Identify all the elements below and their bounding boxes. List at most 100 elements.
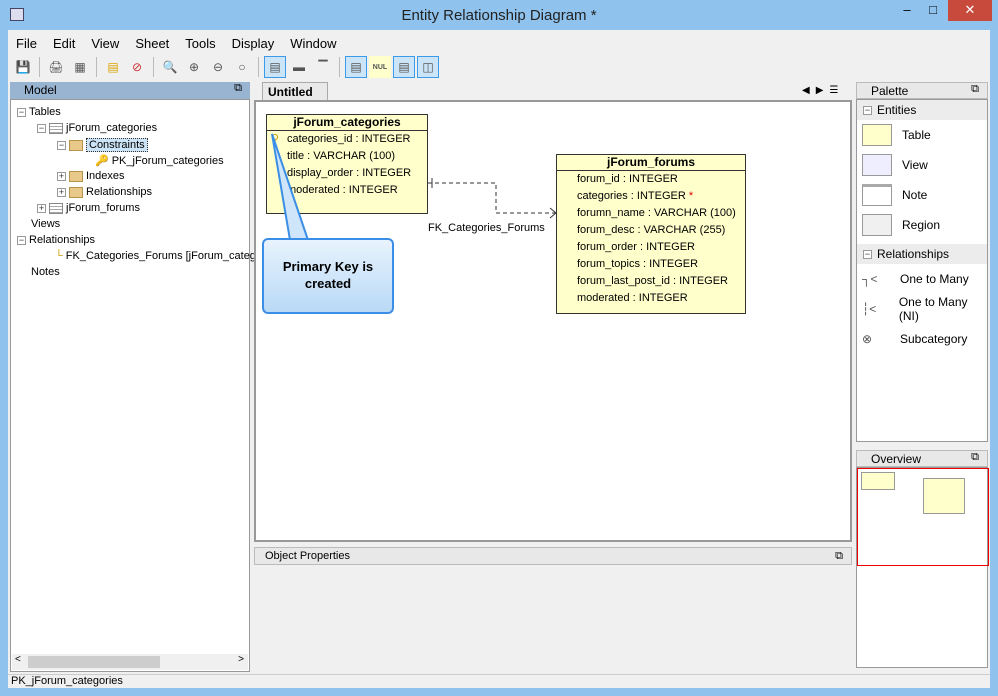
toolbar: 💾 🖨 ▦ ▤ ⊘ 🔍 ⊕ ⊖ ○ ▤ ▬ ▔ ▤ NUL ▤ ◫ [12, 54, 439, 80]
tab-controls[interactable]: ◀▶☰ [802, 85, 844, 96]
entity-title: jForum_categories [267, 115, 427, 131]
palette-one-to-many[interactable]: ┐< One to Many [857, 264, 987, 294]
menu-edit[interactable]: Edit [45, 34, 83, 54]
tree-views[interactable]: Views [31, 218, 60, 230]
restore-icon[interactable]: ⧉ [971, 83, 979, 96]
close-button[interactable]: ✕ [948, 0, 992, 21]
palette-panel: Palette ⧉ − Entities Table View Note Regio… [856, 82, 988, 442]
entity-jforum-forums[interactable]: jForum_forums forum_id : INTEGER categor… [556, 154, 746, 314]
palette-region[interactable]: Region [857, 210, 987, 240]
tree-indexes[interactable]: + Indexes [57, 170, 125, 182]
tab-untitled-1[interactable]: Untitled 1 [262, 82, 328, 113]
one-to-many-ni-icon: ┆< [862, 302, 877, 316]
palette-header: Palette ⧉ [856, 82, 988, 99]
column: forum_last_post_id : INTEGER [577, 275, 729, 287]
zoom-out-icon[interactable]: ⊖ [207, 56, 229, 78]
folder-icon [69, 139, 83, 151]
fk-marker: * [688, 190, 694, 202]
tree-notes[interactable]: Notes [31, 266, 60, 278]
column: forum_desc : VARCHAR (255) [577, 224, 726, 236]
model-panel-header: Model ⧉ [10, 82, 250, 99]
status-bar: PK_jForum_categories [8, 674, 990, 688]
stop-icon[interactable]: ⊘ [126, 56, 148, 78]
show-columns-icon[interactable]: ▤ [264, 56, 286, 78]
tree-relationships[interactable]: − Relationships [17, 234, 95, 246]
object-properties-panel: Object Properties ⧉ [254, 547, 852, 565]
print-icon[interactable]: 🖨 [45, 56, 67, 78]
relationship-label[interactable]: FK_Categories_Forums [428, 222, 545, 234]
restore-icon[interactable]: ⧉ [835, 550, 843, 563]
column: forum_id : INTEGER [577, 173, 678, 185]
column: forumn_name : VARCHAR (100) [577, 207, 736, 219]
menu-sheet[interactable]: Sheet [127, 34, 177, 54]
column: categories : INTEGER * [577, 190, 694, 202]
note-icon [862, 184, 892, 206]
overview-header: Overview ⧉ [856, 450, 988, 467]
tree-tables[interactable]: − Tables [17, 106, 61, 118]
overview-canvas[interactable] [856, 467, 989, 668]
tree-constraints[interactable]: − Constraints [57, 138, 148, 152]
menu-display[interactable]: Display [224, 34, 283, 54]
window-title: Entity Relationship Diagram * [401, 7, 597, 24]
model-title: Model [24, 83, 57, 97]
model-tree: − Tables − jForum_categories − Constraints … [10, 99, 283, 672]
callout-primary-key: Primary Key is created [262, 238, 394, 314]
palette-one-to-many-ni[interactable]: ┆< One to Many (NI) [857, 294, 987, 324]
menu-view[interactable]: View [83, 34, 127, 54]
subcategory-icon: ⊗ [862, 332, 873, 346]
palette-table[interactable]: Table [857, 120, 987, 150]
folder-icon [69, 186, 83, 198]
palette-view[interactable]: View [857, 150, 987, 180]
tree-fk[interactable]: └ FK_Categories_Forums [jForum_categories… [55, 250, 283, 262]
model-panel: Model ⧉ − Tables − jForum_categories − Const… [10, 82, 283, 672]
one-to-many-icon: ┐< [862, 272, 878, 286]
overview-panel: Overview ⧉ [856, 450, 989, 668]
maximize-button[interactable]: □ [920, 0, 946, 21]
zoom-in-icon[interactable]: ⊕ [183, 56, 205, 78]
menu-file[interactable]: File [8, 34, 45, 54]
tree-relationships-folder[interactable]: + Relationships [57, 186, 152, 198]
horizontal-scrollbar[interactable]: < > [12, 654, 248, 670]
column: forum_topics : INTEGER [577, 258, 699, 270]
tree-pk[interactable]: 🔑 PK_jForum_categories [95, 154, 224, 168]
save-icon[interactable]: 💾 [12, 56, 34, 78]
overview-entity [861, 472, 895, 490]
grid-icon[interactable]: ▦ [69, 56, 91, 78]
key-icon: 🔑 [95, 155, 109, 167]
palette-section-entities[interactable]: − Entities [857, 100, 987, 120]
region-icon [862, 214, 892, 236]
show-keys-icon[interactable]: ▬ [288, 56, 310, 78]
null-icon[interactable]: NUL [369, 56, 391, 78]
diagram-canvas[interactable]: jForum_categories ⚲ categories_id : INTEG… [254, 100, 852, 542]
table-icon [49, 122, 63, 134]
zoom-reset-icon[interactable]: ○ [231, 56, 253, 78]
table-header-icon[interactable]: ▤ [393, 56, 415, 78]
palette-subcategory[interactable]: ⊗ Subcategory [857, 324, 987, 354]
title-bar: Entity Relationship Diagram * – □ ✕ [0, 0, 998, 30]
column: forum_order : INTEGER [577, 241, 695, 253]
relationship-icon: └ [55, 250, 63, 262]
restore-icon[interactable]: ⧉ [234, 82, 242, 95]
zoom-fit-icon[interactable]: 🔍 [159, 56, 181, 78]
layout-icon[interactable]: ▤ [102, 56, 124, 78]
palette-section-relationships[interactable]: − Relationships [857, 244, 987, 264]
menu-bar: File Edit View Sheet Tools Display Windo… [8, 34, 345, 54]
minimize-button[interactable]: – [894, 0, 920, 21]
tree-table-jforum-forums[interactable]: + jForum_forums [37, 202, 140, 214]
palette-note[interactable]: Note [857, 180, 987, 210]
tree-table-jforum-categories[interactable]: − jForum_categories [37, 122, 157, 134]
restore-icon[interactable]: ⧉ [971, 451, 979, 464]
view-icon [862, 154, 892, 176]
column: moderated : INTEGER [577, 292, 688, 304]
menu-tools[interactable]: Tools [177, 34, 223, 54]
relationship-icon[interactable]: ◫ [417, 56, 439, 78]
menu-window[interactable]: Window [282, 34, 344, 54]
client-area: File Edit View Sheet Tools Display Windo… [8, 30, 990, 688]
folder-icon [69, 170, 83, 182]
show-name-icon[interactable]: ▔ [312, 56, 334, 78]
full-table-icon[interactable]: ▤ [345, 56, 367, 78]
table-icon [862, 124, 892, 146]
overview-entity [923, 478, 965, 514]
callout-pointer [271, 133, 310, 241]
entity-title: jForum_forums [557, 155, 745, 171]
